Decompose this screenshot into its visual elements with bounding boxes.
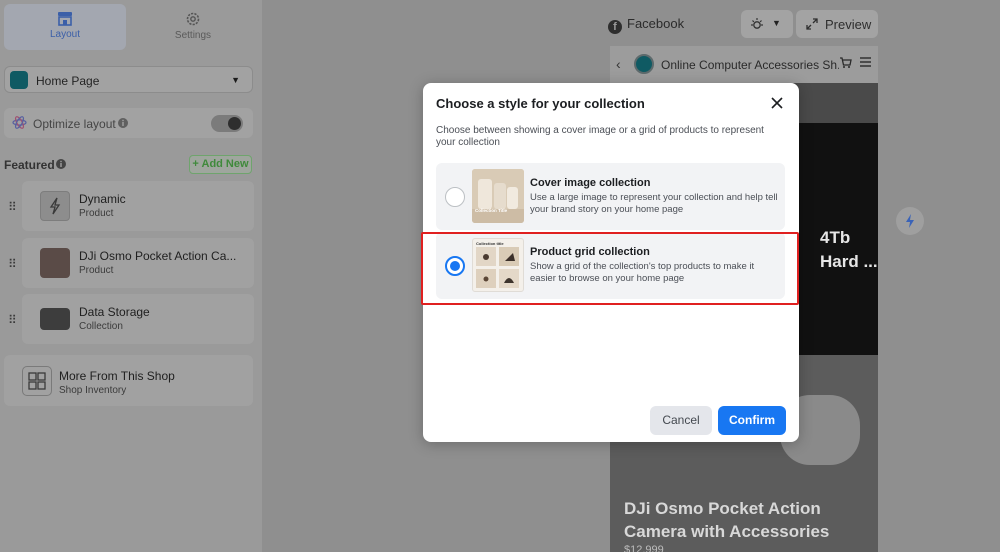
item-type: Product [79, 208, 114, 219]
shop-logo [634, 54, 654, 74]
item-type: Shop Inventory [59, 385, 127, 396]
gear-icon [186, 12, 200, 26]
option-product-grid[interactable]: Collection title Product grid collection… [436, 232, 785, 299]
product-grid-thumbnail: Collection title [472, 238, 524, 292]
radio-cover-image[interactable] [445, 187, 465, 207]
add-new-button[interactable]: + Add New [189, 155, 252, 174]
expand-icon [806, 18, 818, 30]
tab-layout[interactable]: Layout [4, 4, 126, 50]
tab-settings-label: Settings [174, 30, 212, 41]
store-icon [58, 12, 72, 26]
option-description: Show a grid of the collection's top prod… [530, 261, 755, 284]
list-item[interactable]: ⠿ Dynamic Product [8, 181, 254, 231]
platform-name: Facebook [627, 16, 685, 31]
platform-label[interactable]: f Facebook [608, 16, 684, 34]
dialog-description: Choose between showing a cover image or … [436, 125, 764, 148]
theme-toggle-button[interactable]: ▼ [741, 10, 793, 38]
optimize-layout-row: Optimize layout [4, 108, 253, 138]
shop-name: Online Computer Accessories Sh... [661, 58, 839, 72]
shop-logo [10, 71, 28, 89]
option-title: Cover image collection [530, 177, 651, 189]
item-type: Collection [79, 321, 123, 332]
radio-product-grid[interactable] [445, 256, 465, 276]
item-name: Dynamic [79, 192, 126, 206]
tab-layout-label: Layout [49, 29, 81, 40]
page-select-value: Home Page [36, 74, 100, 88]
item-name: More From This Shop [59, 369, 175, 383]
bolt-icon [40, 191, 70, 221]
info-icon[interactable] [56, 159, 66, 169]
list-item[interactable]: More From This Shop Shop Inventory [4, 355, 253, 406]
option-description: Use a large image to represent your coll… [530, 192, 778, 215]
featured-heading: Featured [4, 158, 55, 172]
thumbnail-caption: Collection Title [475, 208, 508, 213]
drag-handle-icon[interactable]: ⠿ [8, 257, 17, 271]
tab-settings[interactable]: Settings [134, 4, 252, 50]
caret-down-icon: ▼ [772, 18, 781, 28]
collection-thumbnail [40, 308, 70, 330]
close-icon[interactable] [769, 95, 785, 111]
drag-handle-icon[interactable]: ⠿ [8, 313, 17, 327]
facebook-icon: f [608, 20, 622, 34]
product-thumbnail [40, 248, 70, 278]
cart-icon[interactable] [839, 56, 852, 69]
list-item[interactable]: ⠿ Data Storage Collection [8, 294, 254, 344]
menu-icon[interactable] [859, 56, 872, 68]
product-title: DJi Osmo Pocket Action Camera with Acces… [624, 499, 830, 541]
back-arrow-icon[interactable]: ‹ [616, 56, 621, 72]
left-panel: Layout Settings Home Page ▼ Optimize lay… [0, 0, 262, 552]
sun-icon [751, 18, 763, 29]
caret-down-icon: ▼ [231, 75, 240, 85]
grid-icon [22, 366, 52, 396]
item-name: DJi Osmo Pocket Action Ca... [79, 249, 237, 263]
collection-style-dialog: Choose a style for your collection Choos… [423, 83, 799, 442]
flash-button[interactable] [896, 207, 924, 235]
product-price: $12,999 [624, 544, 664, 552]
optimize-layout-label: Optimize layout [33, 117, 116, 131]
confirm-button[interactable]: Confirm [718, 406, 786, 435]
drag-handle-icon[interactable]: ⠿ [8, 200, 17, 214]
phone-header: ‹ Online Computer Accessories Sh... [610, 46, 878, 83]
banner-overlay-text: 4Tb Hard ... [820, 228, 878, 271]
item-type: Product [79, 265, 114, 276]
cancel-button[interactable]: Cancel [650, 406, 712, 435]
atom-icon [12, 116, 27, 129]
preview-button[interactable]: Preview [796, 10, 878, 38]
info-icon[interactable] [118, 118, 128, 128]
optimize-layout-toggle[interactable] [211, 115, 243, 132]
page-select[interactable]: Home Page ▼ [4, 66, 253, 93]
list-item[interactable]: ⠿ DJi Osmo Pocket Action Ca... Product [8, 238, 254, 288]
option-cover-image[interactable]: Collection Title Cover image collection … [436, 163, 785, 230]
dialog-title: Choose a style for your collection [436, 96, 645, 111]
bolt-icon [906, 214, 914, 228]
option-title: Product grid collection [530, 246, 650, 258]
preview-label: Preview [825, 17, 872, 32]
item-name: Data Storage [79, 305, 150, 319]
cover-image-thumbnail: Collection Title [472, 169, 524, 223]
